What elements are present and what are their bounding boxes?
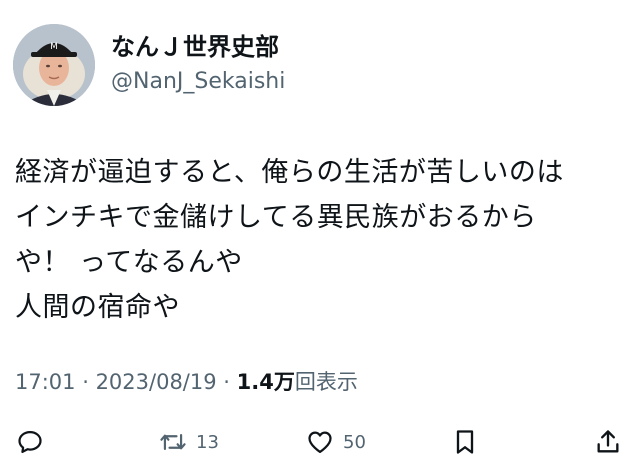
tweet-text-line: 経済が逼迫すると、俺らの生活が苦しいのは	[15, 157, 564, 188]
svg-text:M: M	[50, 42, 58, 52]
reply-icon	[18, 430, 42, 454]
meta-separator: ·	[75, 370, 96, 394]
tweet-text-line: 人間の宿命や	[15, 292, 180, 323]
avatar[interactable]: M	[13, 24, 95, 106]
action-bar: 13 50	[0, 422, 640, 462]
tweet-time[interactable]: 17:01	[15, 370, 76, 394]
retweet-count: 13	[196, 431, 219, 453]
share-button[interactable]	[595, 422, 621, 462]
display-name[interactable]: なんＪ世界史部	[111, 33, 279, 61]
tweet-text: 経済が逼迫すると、俺らの生活が苦しいのは インチキで金儲けしてる異民族がおるから…	[15, 150, 625, 330]
bookmark-icon	[456, 430, 474, 454]
retweet-icon	[160, 433, 186, 451]
reply-button[interactable]	[16, 422, 44, 462]
share-icon	[597, 430, 619, 453]
heart-icon	[308, 431, 332, 454]
tweet-text-line: や！ ってなるんや	[15, 247, 243, 278]
tweet-text-line: インチキで金儲けしてる異民族がおるから	[15, 202, 537, 233]
user-handle[interactable]: @NanJ_Sekaishi	[111, 68, 285, 96]
retweet-button[interactable]: 13	[158, 422, 219, 462]
tweet-date[interactable]: 2023/08/19	[96, 370, 217, 394]
like-count: 50	[343, 431, 366, 453]
tweet-card: M なんＪ世界史部 @NanJ_Sekaishi 経済が逼迫すると、俺らの生活が…	[0, 0, 640, 470]
meta-separator: ·	[216, 370, 237, 394]
views-count[interactable]: 1.4万	[237, 370, 295, 394]
tweet-meta: 17:01 · 2023/08/19 · 1.4万回表示	[15, 368, 358, 396]
like-button[interactable]: 50	[305, 422, 366, 462]
portrait-avatar-icon: M	[13, 24, 95, 106]
bookmark-button[interactable]	[452, 422, 478, 462]
views-label[interactable]: 回表示	[295, 370, 358, 394]
